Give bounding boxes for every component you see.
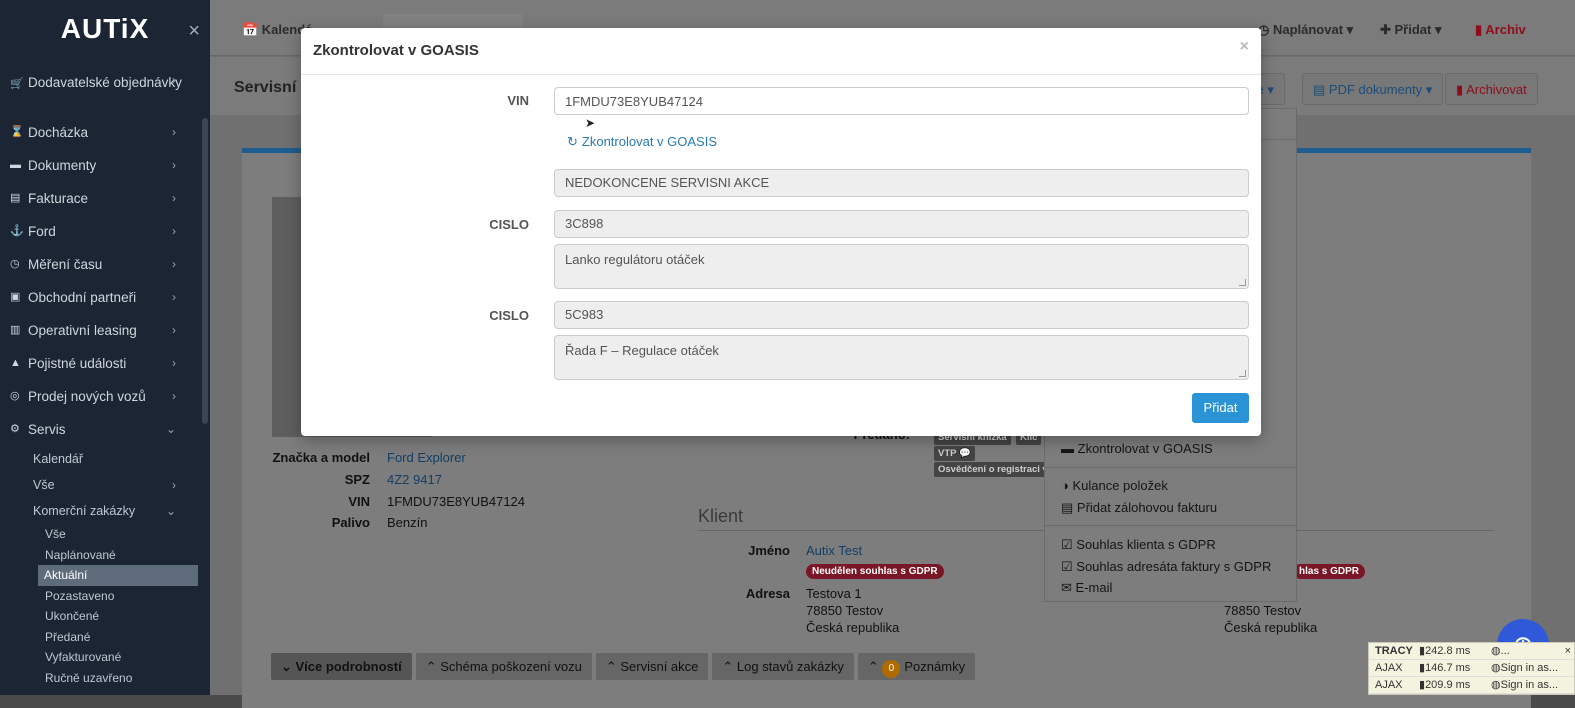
vin-field-label: VIN — [507, 93, 529, 108]
tracy-tail-text: Sign in as... — [1500, 662, 1559, 674]
tracy-debug-bar: TRACY ▮ 242.8 ms ◍ ... × AJAX ▮ 146.7 ms… — [1368, 642, 1575, 695]
cislo-label-1: CISLO — [489, 217, 529, 232]
users-icon: ◍ — [1491, 645, 1501, 657]
tracy-tail-text: ... — [1500, 645, 1510, 657]
popis-text-1: Lanko regulátoru otáček — [565, 252, 705, 267]
tracy-row-time: ▮ 242.8 ms — [1419, 643, 1491, 659]
tracy-time-value: 146.7 ms — [1425, 662, 1471, 674]
tracy-row[interactable]: AJAX ▮ 209.9 ms ◍ Sign in as... — [1369, 677, 1574, 694]
tracy-row-name: TRACY — [1375, 645, 1413, 657]
tracy-row-time: ▮ 209.9 ms — [1419, 677, 1491, 693]
close-icon[interactable]: × — [1565, 643, 1574, 659]
cislo-field-2: 5C983 — [554, 301, 1249, 329]
modal-title: Zkontrolovat v GOASIS — [313, 42, 479, 59]
tracy-row[interactable]: AJAX ▮ 146.7 ms ◍ Sign in as... — [1369, 660, 1574, 677]
vin-input[interactable] — [554, 87, 1249, 115]
tracy-row-tail: ◍ ... — [1491, 643, 1510, 659]
tracy-row-time: ▮ 146.7 ms — [1419, 660, 1491, 676]
check-goasis-label: Zkontrolovat v GOASIS — [581, 134, 718, 149]
tracy-row-tail: ◍ Sign in as... — [1491, 677, 1558, 693]
popis-text-2: Řada F – Regulace otáček — [565, 343, 719, 358]
tracy-row-tail: ◍ Sign in as... — [1491, 660, 1558, 676]
tracy-row-name: AJAX — [1375, 662, 1403, 674]
popis-field-2: Řada F – Regulace otáček — [554, 335, 1249, 380]
tracy-time-value: 242.8 ms — [1425, 645, 1471, 657]
close-icon[interactable]: × — [1240, 38, 1249, 56]
check-goasis-link[interactable]: ↻ Zkontrolovat v GOASIS — [567, 134, 717, 150]
cislo-field-1: 3C898 — [554, 210, 1249, 238]
refresh-icon: ↻ — [567, 134, 578, 149]
users-icon: ◍ — [1491, 679, 1501, 691]
tracy-time-value: 209.9 ms — [1425, 679, 1471, 691]
tracy-tail-text: Sign in as... — [1500, 679, 1559, 691]
cislo-label-2: CISLO — [489, 308, 529, 323]
mouse-cursor-icon: ➤ — [585, 116, 596, 130]
resize-handle[interactable] — [1239, 279, 1246, 286]
add-button[interactable]: Přidat — [1192, 393, 1249, 423]
tracy-row-name: AJAX — [1375, 679, 1403, 691]
users-icon: ◍ — [1491, 662, 1501, 674]
tracy-row[interactable]: TRACY ▮ 242.8 ms ◍ ... × — [1369, 643, 1574, 660]
resize-handle[interactable] — [1239, 370, 1246, 377]
modal-header-divider — [301, 74, 1261, 75]
status-field: NEDOKONCENE SERVISNI AKCE — [554, 169, 1249, 197]
goasis-modal: Zkontrolovat v GOASIS × VIN ➤ ↻Zkontrolo… — [301, 28, 1261, 436]
popis-field-1: Lanko regulátoru otáček — [554, 244, 1249, 289]
